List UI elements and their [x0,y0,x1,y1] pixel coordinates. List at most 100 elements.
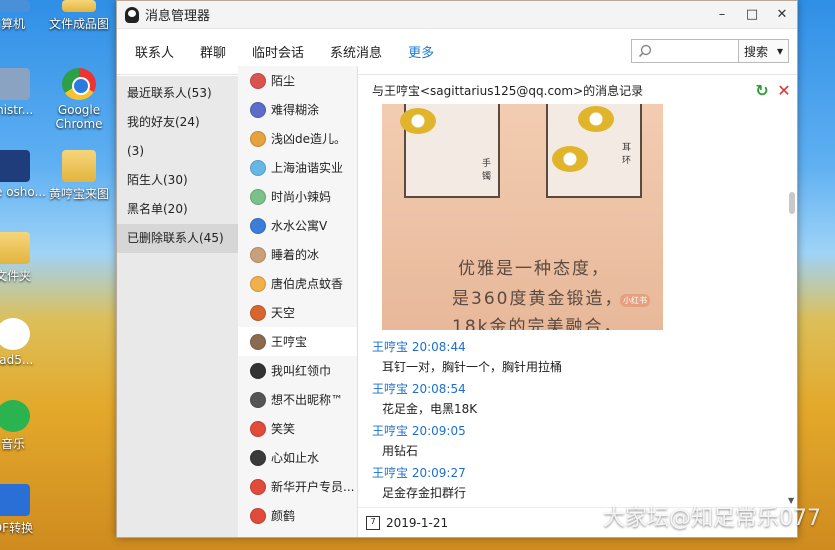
contact-item[interactable]: 上海油谐实业 [238,153,357,182]
message-text: 用钻石 [382,444,419,458]
message-meta: 王哼宝 20:09:27 [372,464,787,480]
desktop-icon-label: Google Chrome [55,103,103,131]
folder-icon [62,0,96,12]
group-item[interactable]: 陌生人(30) [117,166,238,195]
search-scope-select[interactable]: 搜索 ▾ [739,39,789,63]
avatar [250,507,266,524]
desktop-icon-music[interactable]: 音乐 [0,400,48,452]
contact-name: 水水公寓V [271,219,328,233]
contact-item[interactable]: 陌尘 [238,66,357,95]
desktop-icon-pdf[interactable]: DF转换 [0,484,48,536]
avatar [250,449,266,466]
contact-name: 天空 [271,306,296,320]
contact-item[interactable]: 浅凶de造儿。 [238,124,357,153]
avatar [250,101,266,118]
contact-item[interactable]: 天空 [238,298,357,327]
maximize-button[interactable]: □ [737,1,767,29]
close-button[interactable]: ✕ [767,1,797,29]
chat-header-title: 与王哼宝<sagittarius125@qq.com>的消息记录 [372,83,644,98]
chat-history-panel: 与王哼宝<sagittarius125@qq.com>的消息记录 ↻ ✕ 手镯 … [358,76,797,537]
avatar [250,391,266,408]
calendar-icon[interactable]: 7 [366,515,380,530]
desktop-icon-computer[interactable]: 算机 [0,0,48,32]
message-time: 20:08:44 [411,340,466,354]
contact-item[interactable]: 笑笑 [238,414,357,443]
image-badge: 小红书 [620,294,650,307]
image-tag-left: 手镯 [482,159,492,182]
admin-tools-icon [0,68,30,100]
contact-name: 浅凶de造儿。 [271,132,347,146]
delete-icon[interactable]: ✕ [775,82,793,100]
chat-header: 与王哼宝<sagittarius125@qq.com>的消息记录 ↻ ✕ [358,76,797,104]
desktop-icon-folder-3[interactable]: 文件夹 [0,232,48,284]
tab-more[interactable]: 更多 [408,42,434,61]
avatar [250,362,266,379]
message-sender: 王哼宝 [372,382,409,396]
folder-icon [62,150,96,182]
group-item-selected[interactable]: 已删除联系人(45) [117,224,238,253]
desktop-icon-folder-1[interactable]: 文件成品图 [44,0,114,32]
contact-item[interactable]: 难得糊涂 [238,95,357,124]
avatar [250,304,266,321]
desktop-icon-label: 音乐 [0,437,25,451]
chevron-down-icon: ▾ [776,44,783,58]
contact-item[interactable]: 唐伯虎点蚊香 [238,269,357,298]
search-bar: 搜索 ▾ [631,39,789,63]
shared-image[interactable]: 手镯 耳环 优雅是一种态度， 是360度黄金锻造， 18k金的完美融合， 小红书 [382,104,663,330]
desktop-icon-photoshop[interactable]: obe osho... [0,150,48,199]
minimize-button[interactable]: – [707,1,737,29]
tab-group-chat[interactable]: 群聊 [200,42,226,61]
desktop-icon-chrome[interactable]: Google Chrome [44,68,114,131]
qq-icon [0,318,30,350]
image-flower [578,106,614,132]
contact-name: 王哼宝 [271,335,308,349]
group-item[interactable]: 我的好友(24) [117,108,238,137]
tab-contacts[interactable]: 联系人 [135,42,174,61]
contact-name: 我叫红领巾 [271,364,332,378]
window-body: 最近联系人(53) 我的好友(24) (3) 陌生人(30) 黑名单(20) 已… [117,66,797,537]
contact-item[interactable]: 水水公寓V [238,211,357,240]
contact-name: 陌尘 [271,74,296,88]
message-meta: 王哼宝 20:08:54 [372,380,787,396]
desktop-icon-label: 算机 [0,17,25,31]
contact-item[interactable]: 我叫红领巾 [238,356,357,385]
image-flower [552,146,588,172]
desktop-icon-admin[interactable]: inistr... [0,68,48,117]
message-time: 20:09:05 [411,424,466,438]
avatar [250,217,266,234]
tab-system-messages[interactable]: 系统消息 [330,42,382,61]
avatar [250,159,266,176]
contact-name: 唐伯虎点蚊香 [271,277,344,291]
message-meta: 王哼宝 20:08:44 [372,338,787,354]
contact-item-selected[interactable]: 王哼宝 [238,327,357,356]
image-text-line: 18k金的完美融合， [452,317,623,330]
message-scrollbar[interactable]: ▼ [787,104,797,507]
group-item[interactable]: 最近联系人(53) [117,79,238,108]
history-date[interactable]: 2019-1-21 [386,516,448,530]
desktop-icon-folder-2[interactable]: 黄哼宝来图 [44,150,114,202]
contact-name: 难得糊涂 [271,103,320,117]
contact-item[interactable]: 心如止水 [238,443,357,472]
contact-item[interactable]: 睡着的冰 [238,240,357,269]
group-item[interactable]: 黑名单(20) [117,195,238,224]
contact-name: 颜鹤 [271,509,296,523]
search-input[interactable] [631,39,739,63]
message-text: 花足金，电黑18K [382,402,478,416]
avatar [250,275,266,292]
contact-item[interactable]: 想不出昵称™ [238,385,357,414]
contact-name: 笑笑 [271,422,296,436]
image-text-line: 优雅是一种态度， [458,259,610,279]
contact-item[interactable]: 颜鹤 [238,501,357,530]
photoshop-icon [0,150,30,182]
pdf-icon [0,484,30,516]
contact-item[interactable]: 时尚小辣妈 [238,182,357,211]
contact-item[interactable]: 新华开户专员... [238,472,357,501]
group-item[interactable]: (3) [117,137,238,166]
desktop-icon-qq[interactable]: cad5... [0,318,48,367]
message-list: 手镯 耳环 优雅是一种态度， 是360度黄金锻造， 18k金的完美融合， 小红书… [358,104,787,507]
contact-name: 睡着的冰 [271,248,320,262]
tab-temp-chat[interactable]: 临时会话 [252,42,304,61]
scrollbar-thumb[interactable] [789,192,795,214]
refresh-icon[interactable]: ↻ [753,82,771,100]
image-text-line: 是360度黄金锻造， [452,289,624,309]
